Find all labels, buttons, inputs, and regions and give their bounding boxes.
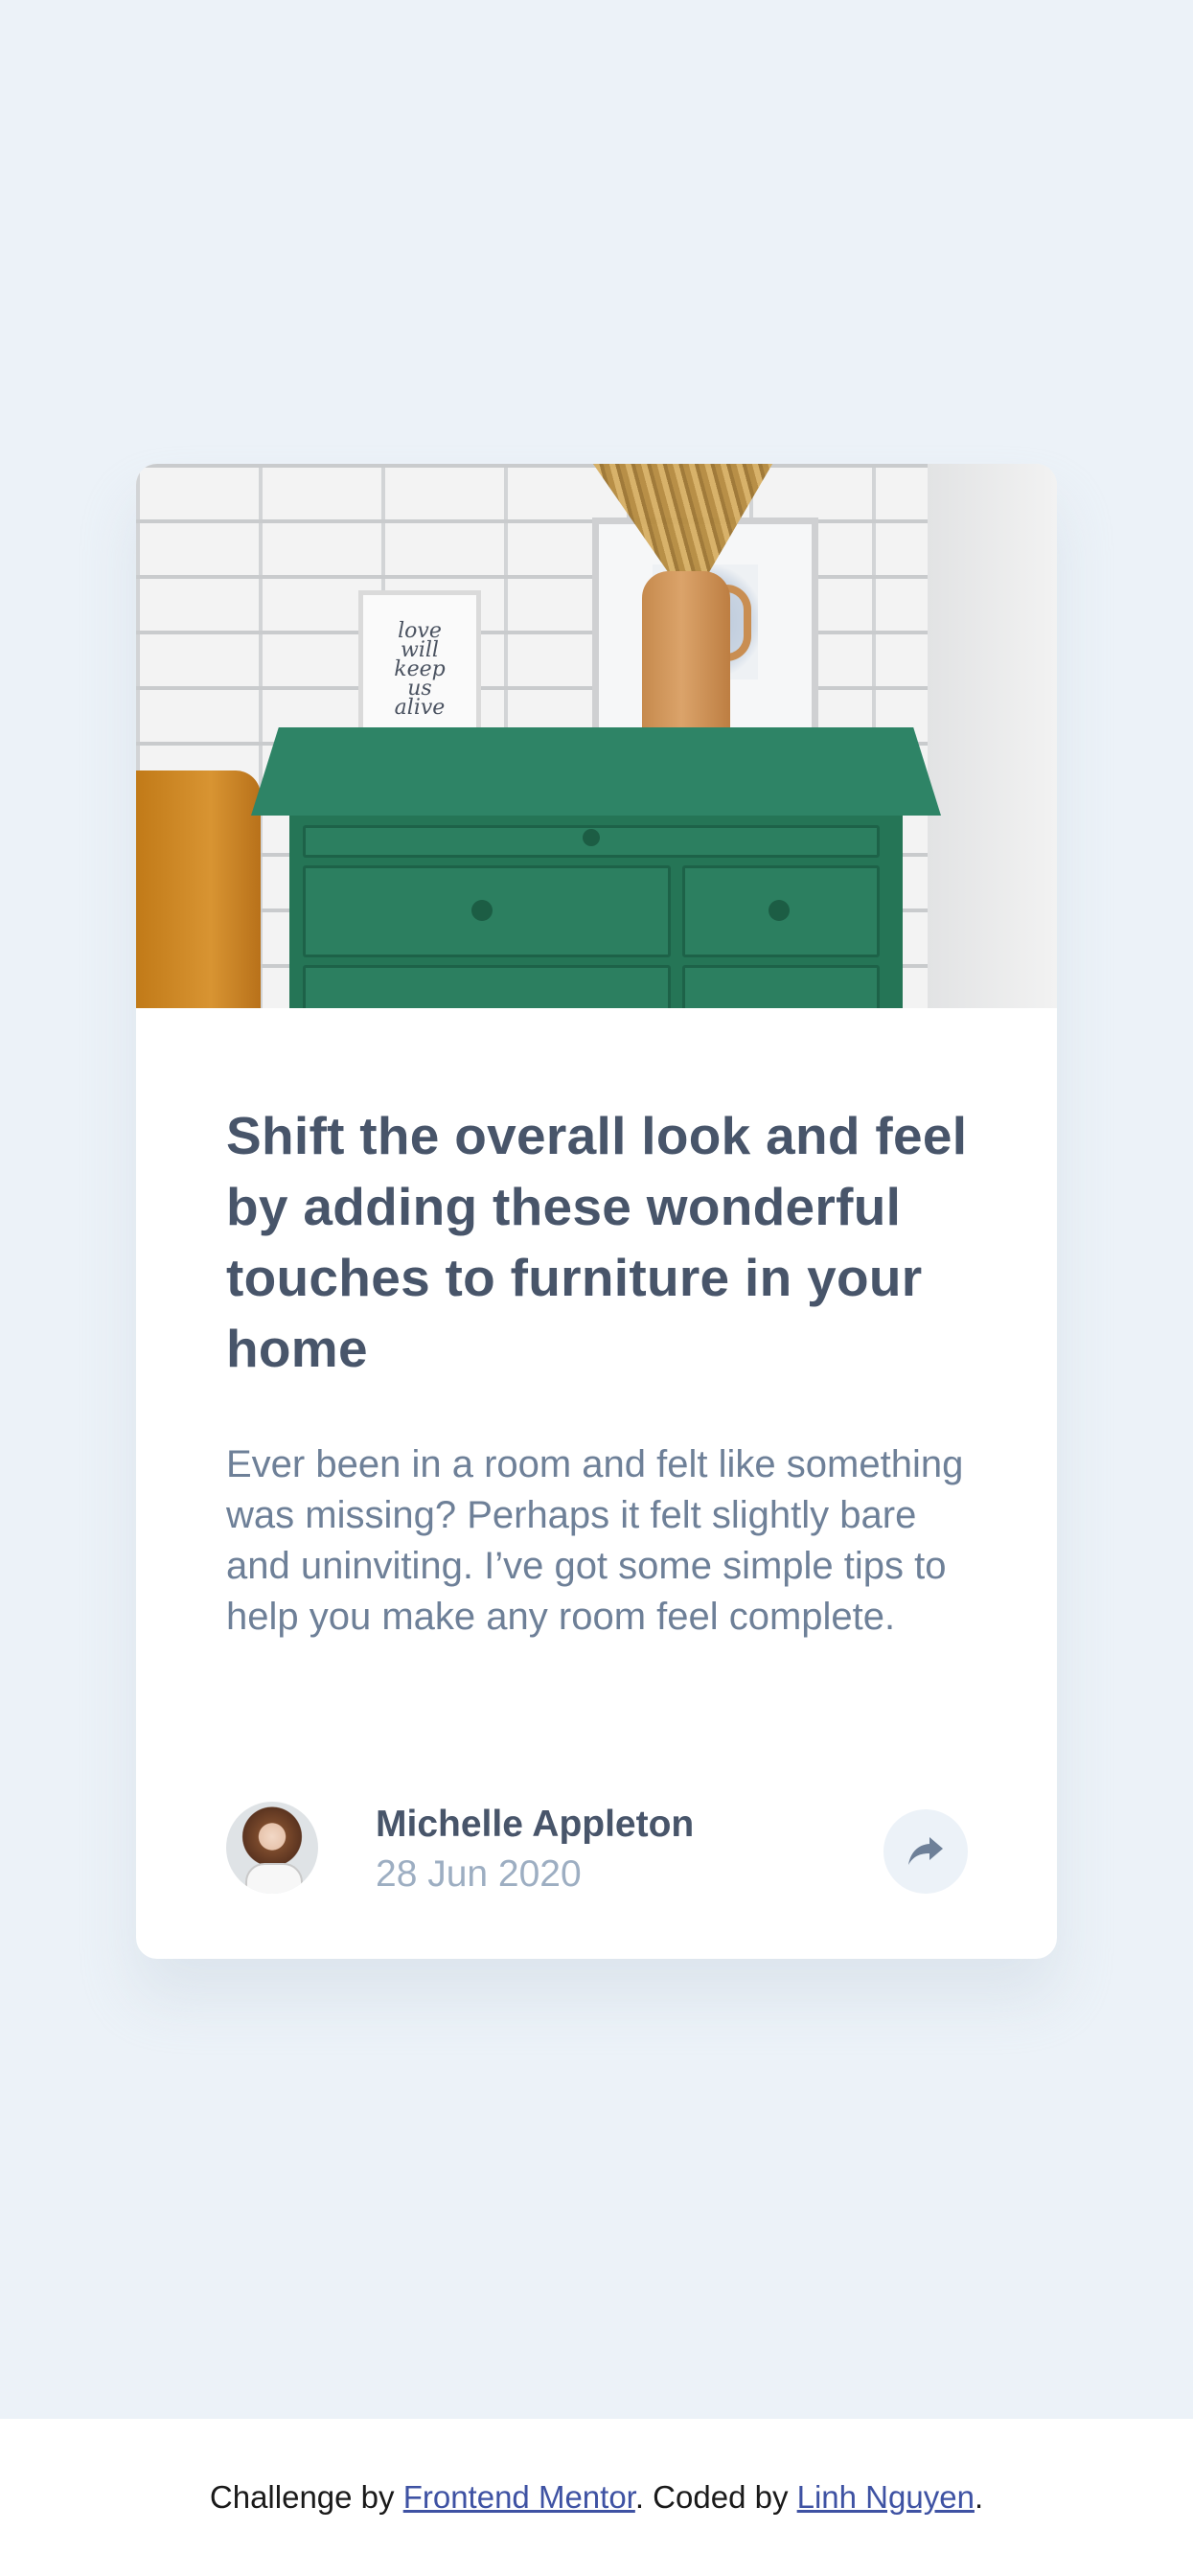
share-arrow-icon (908, 1837, 943, 1865)
wall-corner (928, 464, 1057, 1008)
footer-prefix: Challenge by (209, 2479, 403, 2515)
dresser-top (251, 727, 941, 816)
frame-quote: love will keep us alive (394, 619, 446, 720)
article-title: Shift the overall look and feel by addin… (226, 1106, 968, 1378)
author-name: Michelle Appleton (376, 1804, 695, 1845)
drawer-knob (583, 829, 600, 846)
drawers-photo: love will keep us alive (136, 464, 1057, 1008)
drawer-knob (471, 900, 493, 921)
frontend-mentor-link[interactable]: Frontend Mentor (403, 2479, 635, 2515)
article-card: love will keep us alive Shift the overal… (136, 464, 1057, 1959)
drawer-bottom-right (682, 965, 880, 1008)
publish-date: 28 Jun 2020 (376, 1853, 582, 1895)
author-link[interactable]: Linh Nguyen (797, 2479, 975, 2515)
picture-frame-small: love will keep us alive (358, 590, 481, 742)
drawer-knob (769, 900, 790, 921)
share-button[interactable] (883, 1809, 968, 1894)
sofa-cushion (136, 770, 261, 1008)
footer-middle: . Coded by (634, 2479, 797, 2515)
article-description: Ever been in a room and felt like someth… (226, 1443, 964, 1638)
drawer-bottom-left (303, 965, 671, 1008)
attribution-footer: Challenge by Frontend Mentor. Coded by L… (0, 2419, 1193, 2576)
dresser-body (289, 816, 903, 1008)
avatar-shirt (245, 1863, 303, 1894)
author-avatar (226, 1802, 318, 1894)
footer-suffix: . (974, 2479, 984, 2515)
